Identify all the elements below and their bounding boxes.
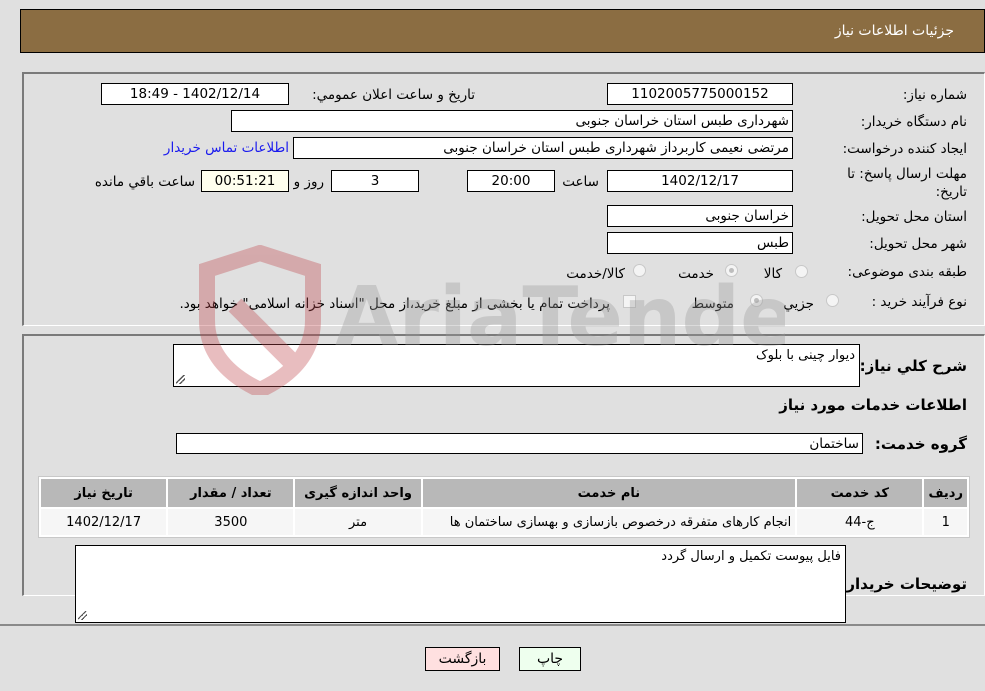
category-option-goods-service: کالا/خدمت (566, 266, 625, 282)
deadline-date-field[interactable]: 1402/12/17 (607, 170, 793, 192)
category-label: طبقه بندی موضوعی: (847, 264, 967, 280)
deadline-time-label: ساعت (562, 174, 599, 190)
deadline-label: مهلت ارسال پاسخ: تا تاریخ: (847, 166, 967, 200)
category-option-service: خدمت (678, 266, 714, 282)
purchase-type-radio-minor[interactable] (826, 294, 839, 307)
category-option-goods: کالا (763, 266, 782, 282)
cell-unit: متر (295, 509, 421, 535)
treasury-payment-note: پرداخت تمام یا بخشی از مبلغ خرید،از محل … (179, 296, 610, 312)
buyer-notes-textarea[interactable]: فایل پیوست تکمیل و ارسال گردد (75, 545, 846, 623)
category-radio-goods[interactable] (795, 265, 808, 278)
purchase-type-option-minor: جزيي (783, 296, 814, 312)
table-header-row: ردیف کد خدمت نام خدمت واحد اندازه گیری ت… (41, 479, 967, 507)
table-row: 1 ج-44 انجام کارهای متفرقه درخصوص بازساز… (41, 509, 967, 535)
buyer-notes-text: فایل پیوست تکمیل و ارسال گردد (661, 549, 841, 564)
services-table-wrapper: ردیف کد خدمت نام خدمت واحد اندازه گیری ت… (38, 476, 970, 538)
col-header-service-name: نام خدمت (422, 479, 796, 507)
purchase-type-radio-medium[interactable] (750, 294, 763, 307)
col-header-row-number: ردیف (924, 479, 967, 507)
requester-label: ایجاد کننده درخواست: (842, 141, 967, 157)
cell-row-number: 1 (924, 509, 967, 535)
buyer-contact-link[interactable]: اطلاعات تماس خریدار (164, 140, 289, 156)
page-title: جزئیات اطلاعات نیاز (834, 23, 954, 39)
days-label: روز و (293, 174, 324, 190)
description-label: شرح کلي نیاز: (859, 357, 967, 375)
cell-quantity: 3500 (168, 509, 294, 535)
page-header: جزئیات اطلاعات نیاز (20, 9, 985, 53)
services-heading: اطلاعات خدمات مورد نیاز (779, 396, 967, 414)
treasury-payment-checkbox[interactable] (623, 295, 636, 308)
delivery-province-label: استان محل تحویل: (861, 209, 967, 225)
purchase-type-label: نوع فرآیند خرید : (871, 294, 967, 310)
col-header-service-code: کد خدمت (797, 479, 923, 507)
resize-handle-icon[interactable] (176, 375, 185, 384)
description-textarea[interactable]: دیوار چینی با بلوک (173, 344, 860, 387)
announce-datetime-field[interactable]: 1402/12/14 - 18:49 (101, 83, 289, 105)
purchase-type-option-medium: متوسط (691, 296, 734, 312)
back-button[interactable]: بازگشت (425, 647, 500, 671)
category-radio-service[interactable] (725, 264, 738, 277)
category-radio-goods-service[interactable] (633, 264, 646, 277)
cell-service-name: انجام کارهای متفرقه درخصوص بازسازی و بهس… (422, 509, 796, 535)
services-table: ردیف کد خدمت نام خدمت واحد اندازه گیری ت… (38, 476, 970, 538)
need-number-field[interactable]: 1102005775000152 (607, 83, 793, 105)
time-remaining-label: ساعت باقي مانده (94, 174, 195, 190)
delivery-city-label: شهر محل تحویل: (869, 236, 967, 252)
need-number-label: شماره نیاز: (902, 87, 967, 103)
requester-field[interactable]: مرتضی نعیمی کاربرداز شهرداری طبس استان خ… (293, 137, 793, 159)
resize-handle-icon[interactable] (78, 611, 87, 620)
announce-datetime-label: تاریخ و ساعت اعلان عمومي: (312, 87, 475, 103)
col-header-need-date: تاریخ نیاز (41, 479, 167, 507)
service-group-label: گروه خدمت: (874, 435, 967, 453)
days-remaining-field[interactable]: 3 (331, 170, 419, 192)
buyer-org-field[interactable]: شهرداری طبس استان خراسان جنوبی (231, 110, 793, 132)
delivery-city-field[interactable]: طبس (607, 232, 793, 254)
time-remaining-field: 00:51:21 (201, 170, 289, 192)
divider (0, 624, 985, 626)
cell-need-date: 1402/12/17 (41, 509, 167, 535)
buyer-org-label: نام دستگاه خریدار: (860, 114, 967, 130)
service-group-field[interactable]: ساختمان (176, 433, 863, 454)
description-text: دیوار چینی با بلوک (756, 348, 855, 363)
buyer-notes-label: توضیحات خریدار: (840, 575, 967, 593)
col-header-unit: واحد اندازه گیری (295, 479, 421, 507)
deadline-time-field[interactable]: 20:00 (467, 170, 555, 192)
col-header-quantity: تعداد / مقدار (168, 479, 294, 507)
delivery-province-field[interactable]: خراسان جنوبی (607, 205, 793, 227)
cell-service-code: ج-44 (797, 509, 923, 535)
print-button[interactable]: چاپ (519, 647, 581, 671)
